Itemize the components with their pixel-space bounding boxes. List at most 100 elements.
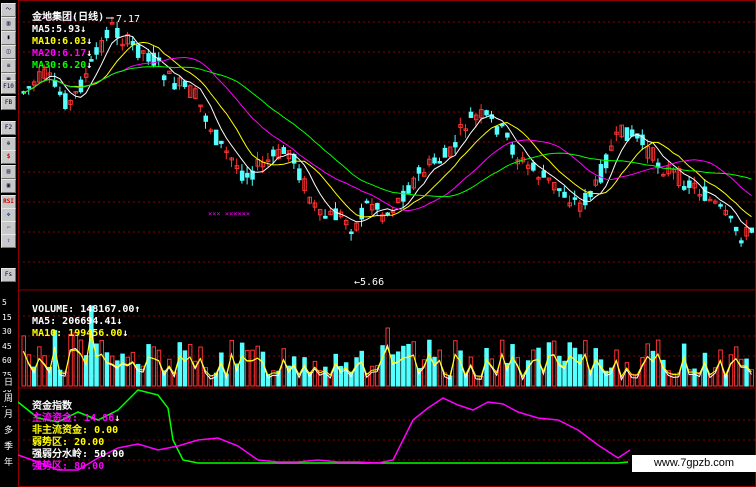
- volume-bar: [99, 339, 104, 387]
- candle: [245, 172, 250, 178]
- candle: [401, 190, 406, 202]
- candle: [333, 208, 338, 221]
- volume-bar: [655, 339, 661, 387]
- ma10-label: MA10:: [32, 36, 63, 47]
- move-icon[interactable]: ✥: [1, 208, 16, 222]
- candle: [432, 157, 437, 164]
- volume-bar: [385, 327, 390, 387]
- up-arrow-icon[interactable]: ⇧: [1, 234, 16, 248]
- volume-bar: [21, 335, 26, 387]
- volume-bar: [151, 346, 156, 387]
- volume-value: 148167.00: [80, 304, 135, 315]
- candle: [416, 167, 422, 174]
- candle: [453, 142, 458, 148]
- candle: [297, 168, 302, 181]
- candle: [182, 80, 188, 88]
- candle: [499, 123, 505, 127]
- candle: [104, 29, 110, 39]
- ma20-label: MA20:: [32, 48, 63, 59]
- volume-axis-label: 30: [2, 327, 12, 336]
- candle: [213, 129, 219, 146]
- volume-bar: [68, 333, 73, 387]
- candle: [739, 240, 744, 244]
- divide-value: 50.00: [94, 449, 125, 460]
- volume-bar: [167, 358, 172, 387]
- candle: [468, 111, 474, 118]
- volume-bar: [536, 347, 541, 387]
- candle: [562, 191, 567, 198]
- list-icon[interactable]: ≡: [1, 59, 16, 73]
- volume-axis-label: 45: [2, 341, 12, 351]
- left-arrow-icon[interactable]: ⇦: [1, 221, 16, 235]
- volume-bar: [255, 345, 260, 387]
- volume-bar: [739, 358, 744, 387]
- period-tab[interactable]: 年: [1, 456, 16, 470]
- volume-bar: [130, 351, 136, 387]
- volume-axis-label: 5: [2, 298, 7, 307]
- volume-bar: [733, 346, 739, 387]
- price-header: 金地集团(日线) MA5:5.93↓ MA10:6.03↓ MA20:6.17↓…: [20, 0, 104, 72]
- ma30-arrow-icon: ↓: [86, 60, 93, 71]
- stock-name: 金地集团: [32, 12, 73, 23]
- volume-bar: [219, 352, 224, 387]
- candle: [239, 170, 245, 181]
- volume-axis-label: 15: [2, 312, 12, 322]
- candle: [219, 140, 224, 144]
- ma20-arrow-icon: ↓: [86, 48, 93, 59]
- window-icon[interactable]: ▣: [1, 179, 16, 193]
- volume-bar: [681, 343, 687, 387]
- rsi-icon[interactable]: RSI: [1, 195, 16, 209]
- period-tab[interactable]: 多: [1, 424, 16, 438]
- fund-label: 资金指数: [32, 401, 73, 412]
- ma5-arrow-icon: ↓: [80, 24, 87, 35]
- candle: [146, 53, 151, 62]
- fb-icon[interactable]: FB: [1, 96, 16, 110]
- candle: [115, 27, 120, 38]
- fund-header: 资金指数 主流资金: 14.86↓ 非主流资金: 0.00 弱势区: 20.00…: [20, 389, 124, 473]
- f10-icon[interactable]: F10: [1, 80, 16, 94]
- volume-bar: [583, 340, 588, 387]
- volume-bar: [104, 352, 110, 387]
- period-tab[interactable]: 日: [1, 376, 16, 390]
- line-chart-icon[interactable]: 〜: [1, 3, 16, 17]
- kline-icon[interactable]: $: [1, 150, 16, 164]
- ma10-value: 6.03: [62, 36, 87, 47]
- f2-icon[interactable]: F2: [1, 121, 16, 135]
- volume-header: VOLUME: 148167.00↑ MA5: 206694.41↓ MA10:…: [20, 292, 140, 340]
- candle: [26, 86, 32, 89]
- ma10-arrow-icon: ↓: [86, 36, 93, 47]
- volume-bar: [749, 369, 754, 387]
- candle: [510, 144, 515, 155]
- volume-bar: [37, 346, 42, 387]
- candle: [749, 227, 754, 233]
- period-tab[interactable]: 周: [1, 392, 16, 406]
- grid-icon[interactable]: ▤: [1, 165, 16, 179]
- candle: [588, 190, 593, 198]
- candle: [172, 83, 177, 90]
- candle: [78, 79, 84, 93]
- candle: [728, 215, 734, 219]
- magnify-icon[interactable]: ⊕: [1, 137, 16, 151]
- volume-bar: [146, 344, 151, 387]
- candle: [557, 188, 562, 192]
- candle: [57, 91, 63, 95]
- fs-icon[interactable]: Fs: [1, 268, 16, 282]
- strong-zone-label: 强势区:: [32, 461, 69, 472]
- indicator-icon[interactable]: ◫: [1, 45, 16, 59]
- volume-bar: [187, 344, 193, 387]
- candle: [203, 115, 208, 122]
- volume-bar: [291, 356, 297, 387]
- volume-bar: [395, 351, 401, 387]
- volume-bar: [515, 357, 520, 387]
- period-tab[interactable]: 月: [1, 408, 16, 422]
- volume-bar: [593, 348, 598, 387]
- candle: [484, 110, 489, 116]
- candle: [161, 75, 167, 81]
- volume-bar: [125, 356, 130, 387]
- bar-chart-icon[interactable]: ▥: [1, 17, 16, 31]
- candle-icon[interactable]: ▮: [1, 31, 16, 45]
- weak-zone-label: 弱势区:: [32, 437, 69, 448]
- period-tab[interactable]: 季: [1, 440, 16, 454]
- kline-chart[interactable]: 7.17←5.66×× ××××× ××××××: [18, 0, 756, 487]
- period-label: (日线): [72, 12, 105, 23]
